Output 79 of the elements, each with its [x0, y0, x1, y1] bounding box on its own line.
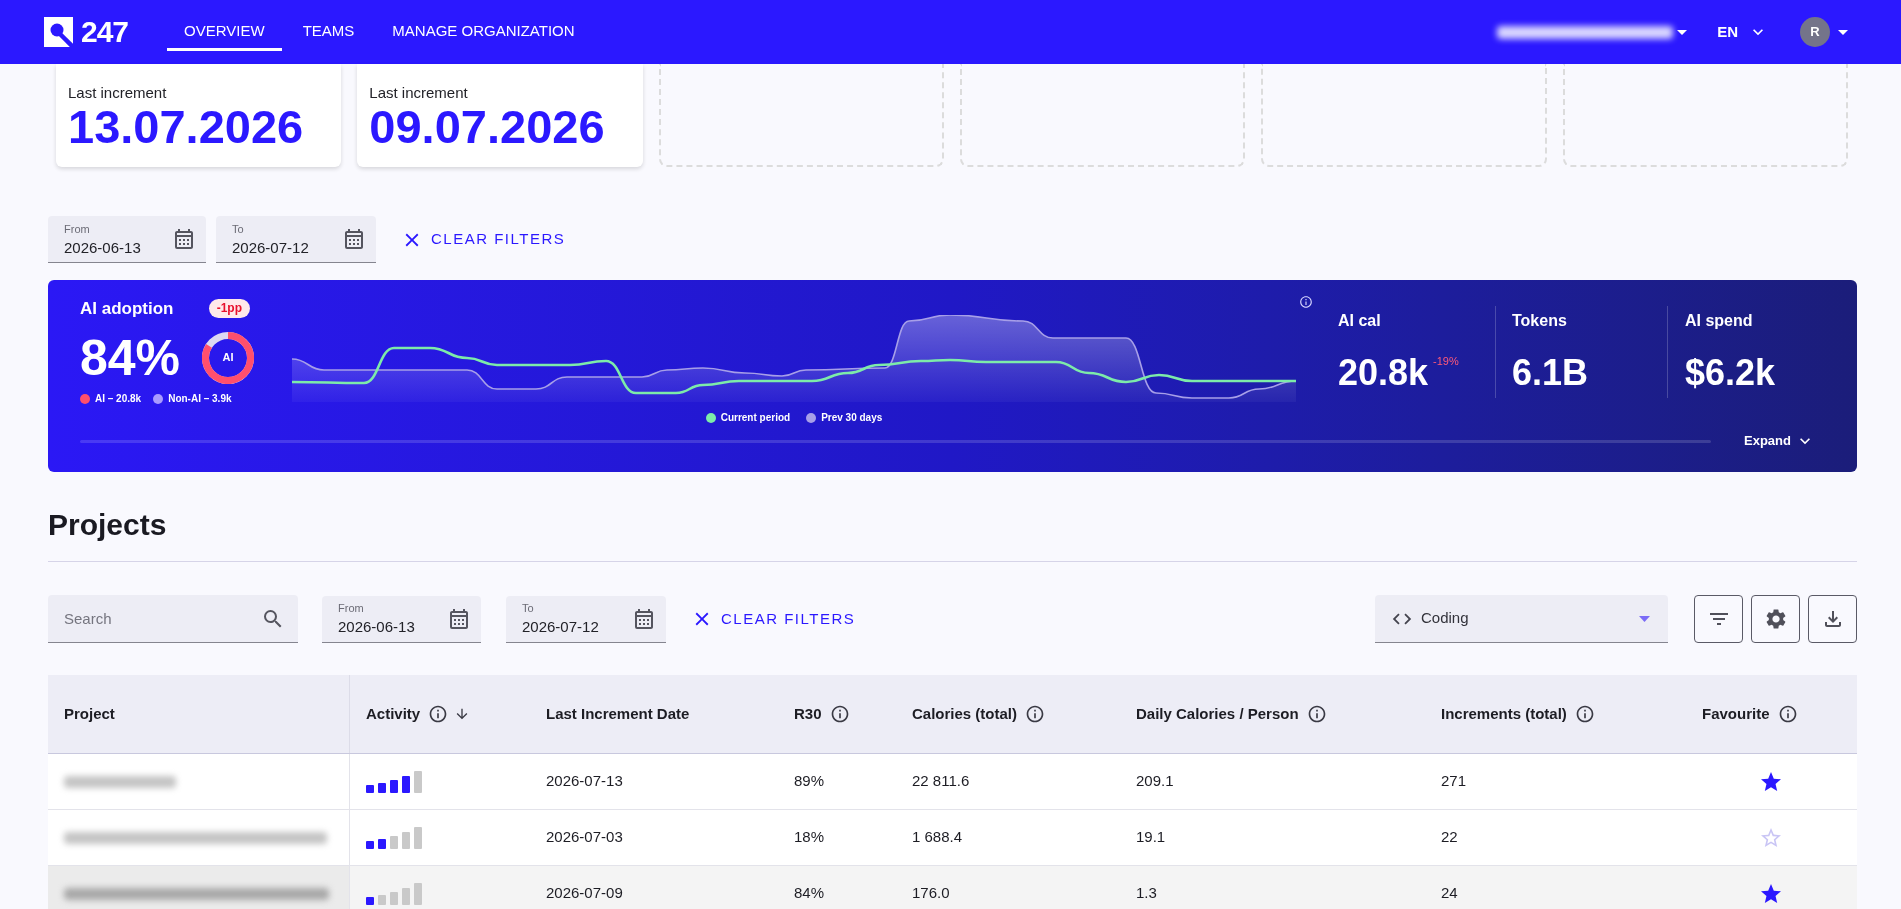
calendar-icon[interactable] — [172, 227, 196, 251]
stat-value: 6.1B — [1512, 355, 1589, 391]
table-row[interactable]: 2026-07-13 89% 22 811.6 209.1 271 — [48, 754, 1857, 810]
legend-label: Current period — [720, 412, 791, 424]
column-header[interactable]: Calories (total) — [912, 702, 1017, 726]
stat-value: $6.2k — [1685, 355, 1776, 391]
calendar-icon[interactable] — [632, 606, 656, 631]
date-field[interactable]: To 2026-07-12 — [506, 595, 666, 643]
table-cell-text: 2026-07-13 — [546, 771, 623, 792]
search-field[interactable]: Search — [48, 595, 298, 643]
clear-filters-button[interactable]: CLEAR FILTERS — [401, 228, 566, 251]
table-cell-text: 1 688.4 — [912, 827, 963, 848]
nav-tab[interactable]: TEAMS — [285, 14, 372, 51]
language-select[interactable]: EN — [1717, 20, 1768, 44]
date-field[interactable]: From 2026-06-13 — [48, 216, 206, 263]
table-cell-text: 84% — [794, 883, 825, 904]
donut-label: AI — [222, 352, 234, 363]
card-label: Last increment — [369, 84, 468, 102]
info-icon[interactable] — [1025, 704, 1045, 724]
info-icon[interactable] — [829, 704, 850, 724]
caret-icon[interactable] — [1677, 29, 1688, 35]
avatar[interactable]: R — [1800, 17, 1830, 47]
info-icon[interactable] — [428, 704, 449, 724]
change-badge: -1pp — [208, 299, 250, 318]
date-field[interactable]: To 2026-07-12 — [216, 216, 376, 263]
nav-tab[interactable]: MANAGE ORGANIZATION — [375, 14, 592, 51]
card-value: 09.07.2026 — [369, 103, 605, 150]
legend-label: Non-AI – 3.9k — [168, 393, 232, 405]
table-cell-text: 24 — [1441, 883, 1458, 904]
stat-label: AI spend — [1685, 311, 1753, 331]
table-row[interactable]: 2026-07-03 18% 1 688.4 19.1 22 — [48, 810, 1857, 866]
calendar-icon[interactable] — [342, 227, 366, 251]
nav-tab[interactable]: OVERVIEW — [167, 14, 282, 51]
stat-label: AI cal — [1338, 311, 1381, 331]
info-icon[interactable] — [1306, 704, 1327, 724]
category-select[interactable]: Coding — [1375, 595, 1668, 643]
calendar-icon[interactable] — [447, 606, 471, 631]
table-cell-text: 2026-07-09 — [546, 883, 623, 904]
stat-change: -19% — [1433, 356, 1459, 367]
date-field[interactable]: From 2026-06-13 — [322, 595, 481, 643]
stat-label: Tokens — [1512, 311, 1567, 331]
info-icon[interactable] — [1299, 295, 1313, 309]
table-cell-text: 2026-07-03 — [546, 827, 623, 848]
legend-label: AI – 20.8k — [95, 393, 142, 405]
table-cell-text: 209.1 — [1136, 771, 1174, 792]
column-header[interactable]: Favourite — [1702, 702, 1770, 726]
info-icon[interactable] — [1574, 704, 1595, 724]
column-header[interactable]: Daily Calories / Person — [1136, 702, 1299, 726]
table-cell-text: 1.3 — [1136, 883, 1157, 904]
stat-value: 20.8k — [1338, 355, 1429, 391]
column-header[interactable]: R30 — [794, 702, 822, 726]
table-row[interactable]: 2026-07-09 84% 176.0 1.3 24 — [48, 866, 1857, 909]
banner-title: AI adoption — [80, 298, 174, 319]
logo-text[interactable]: 247 — [81, 17, 129, 47]
settings-button[interactable] — [1751, 595, 1800, 643]
column-header[interactable]: Project — [64, 702, 115, 726]
card-value: 13.07.2026 — [68, 103, 304, 150]
legend-label: Prev 30 days — [821, 412, 883, 424]
column-header[interactable]: Increments (total) — [1441, 702, 1567, 726]
column-header[interactable]: Last Increment Date — [546, 702, 690, 726]
table-cell-text: 176.0 — [912, 883, 950, 904]
section-title: Projects — [48, 507, 167, 543]
expand-button[interactable]: Expand — [1744, 431, 1815, 451]
column-header[interactable]: Activity — [366, 702, 421, 726]
caret-icon[interactable] — [1838, 29, 1848, 35]
table-cell-text: 19.1 — [1136, 827, 1166, 848]
table-cell-text: 271 — [1441, 771, 1467, 792]
table-cell-text: 22 811.6 — [912, 771, 970, 792]
table-cell-text: 22 — [1441, 827, 1458, 848]
table-cell-text: 18% — [794, 827, 825, 848]
download-button[interactable] — [1808, 595, 1857, 643]
adoption-percentage: 84% — [80, 332, 181, 383]
caret-icon — [1639, 615, 1650, 622]
logo-icon[interactable] — [44, 17, 73, 47]
clear-filters-button[interactable]: CLEAR FILTERS — [691, 607, 856, 631]
card-label: Last increment — [68, 84, 167, 102]
info-icon[interactable] — [1777, 704, 1798, 724]
table-cell-text: 89% — [794, 771, 825, 792]
filter-button[interactable] — [1694, 595, 1743, 643]
